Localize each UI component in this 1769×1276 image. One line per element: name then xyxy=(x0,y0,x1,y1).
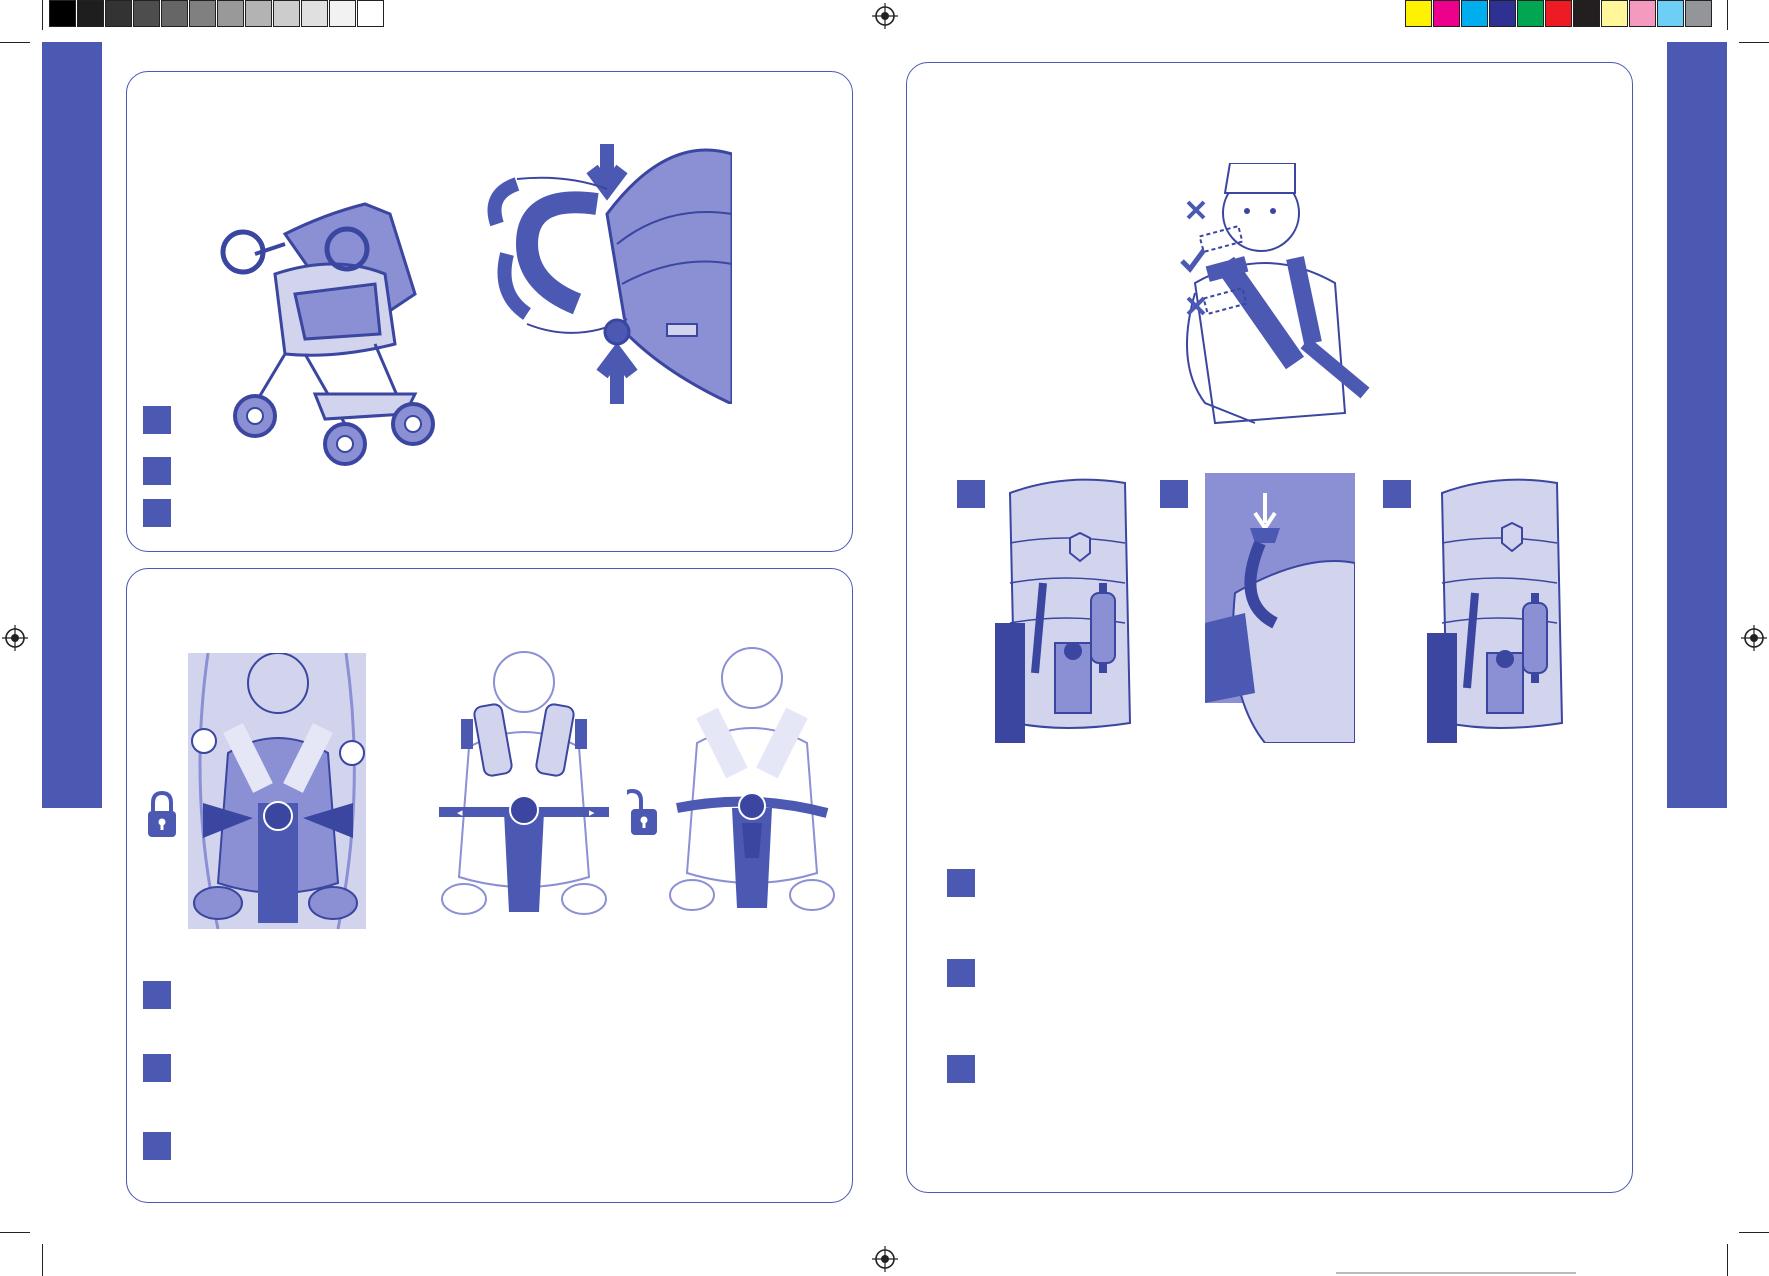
color-swatch xyxy=(1405,0,1432,27)
color-swatch xyxy=(245,0,272,27)
color-swatch xyxy=(133,0,160,27)
step-marker xyxy=(947,959,975,987)
color-swatch xyxy=(1517,0,1544,27)
step-marker xyxy=(143,1132,171,1160)
step-marker xyxy=(143,406,171,434)
color-swatch xyxy=(1545,0,1572,27)
step-marker xyxy=(957,480,985,508)
child-shoulder-strap-illustration xyxy=(1186,163,1370,425)
step-marker xyxy=(1383,480,1411,508)
crop-mark xyxy=(42,1244,43,1276)
check-mark-icon xyxy=(1180,248,1207,273)
panel-harness: ◂ ▸ xyxy=(126,568,853,1203)
color-swatch xyxy=(105,0,132,27)
color-swatch xyxy=(49,0,76,27)
crop-mark xyxy=(1727,0,1728,30)
crop-mark xyxy=(42,0,43,30)
color-swatch xyxy=(77,0,104,27)
color-swatch xyxy=(161,0,188,27)
crop-mark xyxy=(0,1232,30,1233)
color-swatch xyxy=(1433,0,1460,27)
padlock-open-icon xyxy=(627,789,657,835)
cross-mark-icon xyxy=(1186,296,1206,316)
seat-back-strap-up-illustration xyxy=(995,478,1132,743)
color-swatch xyxy=(1685,0,1712,27)
printer-slug-line xyxy=(1336,1272,1576,1274)
baby-harness-locked-illustration xyxy=(188,653,366,929)
crop-mark xyxy=(1727,1244,1728,1276)
step-marker xyxy=(143,499,171,527)
baby-harness-adjust-illustration: ◂ ▸ xyxy=(439,651,609,915)
step-marker xyxy=(143,457,171,485)
color-swatch xyxy=(1461,0,1488,27)
color-swatch xyxy=(301,0,328,27)
svg-text:◂: ◂ xyxy=(457,807,463,819)
color-swatch xyxy=(1489,0,1516,27)
baby-harness-unlock-illustration xyxy=(669,647,835,911)
seat-back-strap-down-illustration xyxy=(1427,478,1564,743)
left-side-tab xyxy=(42,42,102,808)
panel-stroller-handlebar xyxy=(126,71,853,552)
step-marker xyxy=(1160,480,1188,508)
registration-mark-icon xyxy=(2,625,28,651)
step-marker xyxy=(143,981,171,1009)
registration-mark-icon xyxy=(872,3,898,29)
cross-mark-icon xyxy=(1186,200,1206,220)
crop-mark xyxy=(0,42,30,43)
registration-mark-icon xyxy=(872,1246,898,1272)
registration-mark-icon xyxy=(1741,625,1767,651)
padlock-closed-icon xyxy=(148,791,176,837)
color-swatch xyxy=(217,0,244,27)
stroller-illustration xyxy=(220,202,435,466)
crop-mark xyxy=(1739,1232,1769,1233)
color-swatch xyxy=(189,0,216,27)
step-marker xyxy=(143,1054,171,1082)
crop-mark xyxy=(1739,42,1769,43)
color-swatch xyxy=(329,0,356,27)
color-swatch xyxy=(1601,0,1628,27)
step-marker xyxy=(947,869,975,897)
color-swatch xyxy=(357,0,384,27)
seat-back-rear-view-illustration xyxy=(1205,473,1355,743)
color-swatch xyxy=(1629,0,1656,27)
color-swatch xyxy=(1573,0,1600,27)
handlebar-adjust-illustration xyxy=(487,144,732,404)
panel-shoulder-strap-height xyxy=(906,62,1633,1193)
svg-text:▸: ▸ xyxy=(589,807,595,819)
step-marker xyxy=(947,1055,975,1083)
color-swatch xyxy=(273,0,300,27)
right-side-tab xyxy=(1667,42,1727,808)
color-swatch xyxy=(1657,0,1684,27)
